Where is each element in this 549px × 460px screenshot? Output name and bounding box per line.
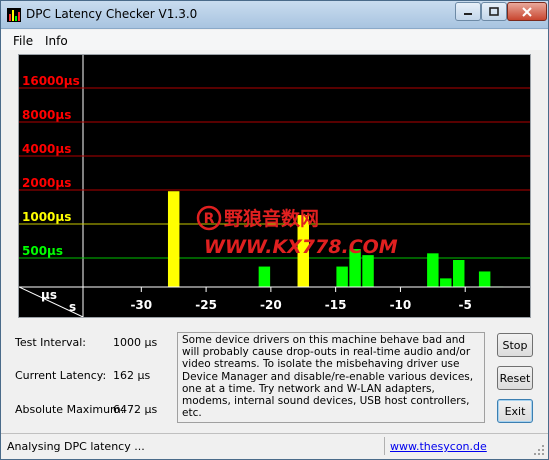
latency-chart: 16000µs 8000µs 4000µs 2000µs 1000µs 500µs µs s -… <box>18 54 531 318</box>
reset-button[interactable]: Reset <box>497 366 533 390</box>
menu-info[interactable]: Info <box>45 34 68 48</box>
close-button[interactable] <box>507 2 547 21</box>
watermark-url: WWW.KX778.COM <box>204 236 398 258</box>
minimize-button[interactable] <box>455 2 481 21</box>
status-separator <box>384 437 385 455</box>
y-tick-label: 8000µs <box>22 108 71 122</box>
latency-bar <box>453 260 465 287</box>
y-tick-label: 500µs <box>22 244 63 258</box>
menu-file[interactable]: File <box>13 34 33 48</box>
minimize-icon <box>464 12 472 15</box>
description-box: Some device drivers on this machine beha… <box>177 332 485 423</box>
current-latency-value: 162 µs <box>113 369 151 382</box>
exit-button[interactable]: Exit <box>497 399 533 423</box>
maximize-icon <box>489 7 499 16</box>
bar-chart-icon <box>7 8 21 22</box>
latency-bar <box>167 191 180 287</box>
y-tick-label: 4000µs <box>22 142 71 156</box>
current-latency-label: Current Latency: <box>15 369 107 382</box>
watermark-name: 野狼音数网 <box>224 207 319 230</box>
close-icon <box>522 6 532 17</box>
x-tick-label: -5 <box>459 298 472 312</box>
y-tick-label: 16000µs <box>22 74 80 88</box>
x-tick-label: -30 <box>130 298 152 312</box>
x-tick-label: -15 <box>325 298 347 312</box>
latency-bar <box>427 253 439 287</box>
website-link[interactable]: www.thesycon.de <box>390 440 487 453</box>
x-unit-label: s <box>69 300 76 314</box>
x-tick-label: -25 <box>195 298 217 312</box>
main-window: DPC Latency Checker V1.3.0 File Info 160… <box>0 0 549 460</box>
latency-bar <box>478 271 491 287</box>
absolute-maximum-value: 6472 µs <box>113 403 158 416</box>
maximize-button[interactable] <box>481 2 507 21</box>
y-unit-label: µs <box>41 288 57 302</box>
status-bar: Analysing DPC latency ... www.thesycon.d… <box>1 433 548 459</box>
title-bar[interactable]: DPC Latency Checker V1.3.0 <box>1 1 548 29</box>
resize-grip-icon[interactable] <box>533 444 545 456</box>
absolute-maximum-label: Absolute Maximum: <box>15 403 125 416</box>
y-tick-label: 1000µs <box>22 210 71 224</box>
menu-bar: File Info <box>1 30 548 50</box>
latency-chart-svg: 16000µs 8000µs 4000µs 2000µs 1000µs 500µs µss -… <box>18 55 530 318</box>
status-text: Analysing DPC latency ... <box>7 440 145 453</box>
test-interval-label: Test Interval: <box>15 336 86 349</box>
latency-bar <box>440 278 452 287</box>
stop-button[interactable]: Stop <box>497 333 533 357</box>
window-title: DPC Latency Checker V1.3.0 <box>26 7 198 21</box>
x-tick-label: -10 <box>390 298 412 312</box>
y-tick-label: 2000µs <box>22 176 71 190</box>
latency-bar <box>336 266 348 287</box>
watermark-mark: R <box>204 211 215 227</box>
latency-bar <box>362 255 374 287</box>
latency-bar <box>258 266 271 287</box>
test-interval-value: 1000 µs <box>113 336 158 349</box>
x-tick-label: -20 <box>260 298 282 312</box>
